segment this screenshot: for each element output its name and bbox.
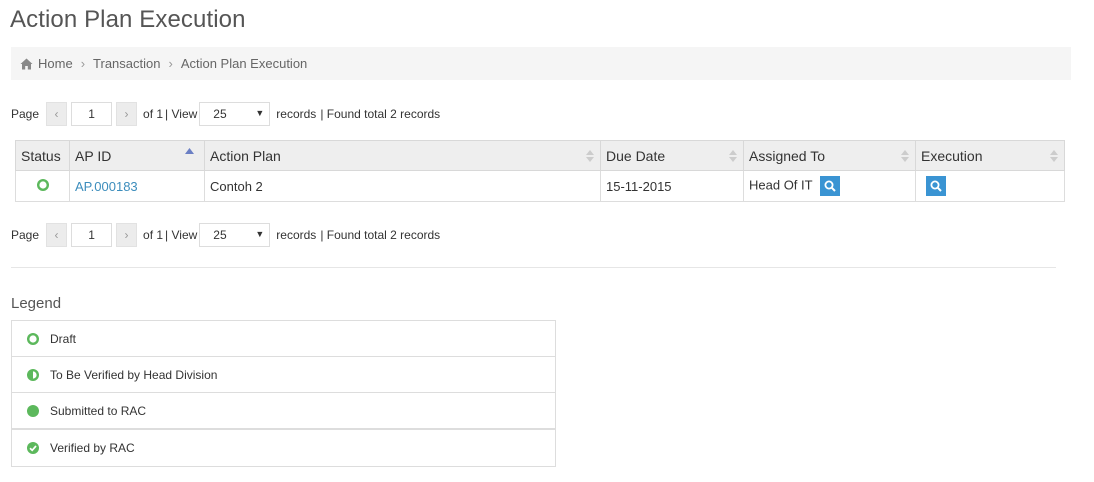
records-per-page-select[interactable]: 25 ▼	[199, 223, 271, 247]
action-plan-cell: Contoh 2	[204, 170, 601, 202]
view-label: | View	[165, 107, 198, 121]
records-per-page-value: 25	[213, 107, 227, 121]
caret-down-icon: ▼	[255, 229, 265, 239]
chevron-right-icon: ›	[80, 56, 86, 71]
search-icon	[824, 180, 836, 192]
page-count-label: of 1	[143, 107, 164, 121]
execution-cell	[915, 170, 1065, 202]
found-total-label: | Found total 2 records	[320, 107, 441, 121]
page-label: Page	[11, 107, 40, 121]
status-cell	[15, 170, 70, 202]
legend-title: Legend	[11, 295, 62, 312]
found-total-label: | Found total 2 records	[320, 228, 441, 242]
pager-bottom: Page ‹ › of 1 | View 25 ▼ records | Foun…	[11, 223, 440, 247]
legend-label: To Be Verified by Head Division	[50, 367, 218, 382]
action-plan-table: Status AP ID Action Plan Due Date Assign…	[15, 140, 1065, 202]
records-label: records	[276, 107, 317, 121]
legend-label: Verified by RAC	[50, 441, 135, 455]
assigned-to-cell: Head Of IT	[743, 170, 916, 202]
records-per-page-select[interactable]: 25 ▼	[199, 102, 271, 126]
legend-list: Draft To Be Verified by Head Division Su…	[11, 320, 556, 467]
legend-item-to-be-verified: To Be Verified by Head Division	[12, 357, 555, 393]
records-per-page-value: 25	[213, 228, 227, 242]
column-header-due-date[interactable]: Due Date	[600, 140, 744, 171]
breadcrumb: Home › Transaction › Action Plan Executi…	[11, 47, 1071, 80]
page-count-label: of 1	[143, 228, 164, 242]
caret-down-icon: ▼	[255, 108, 265, 118]
sort-icon	[586, 150, 594, 162]
sort-icon	[1050, 150, 1058, 162]
prev-page-button[interactable]: ‹	[46, 102, 68, 126]
column-header-execution[interactable]: Execution	[915, 140, 1065, 171]
check-circle-icon	[27, 442, 39, 454]
draft-status-icon	[36, 178, 49, 191]
assigned-to-search-button[interactable]	[819, 176, 840, 196]
home-icon	[20, 58, 33, 69]
column-header-action-plan[interactable]: Action Plan	[204, 140, 601, 171]
assigned-to-text: Head Of IT	[749, 177, 813, 193]
legend-label: Draft	[50, 331, 77, 346]
column-header-assigned-to[interactable]: Assigned To	[743, 140, 916, 171]
sort-icon	[901, 150, 909, 162]
filled-circle-status-icon	[27, 404, 39, 417]
divider	[11, 267, 1056, 268]
legend-label: Submitted to RAC	[50, 403, 147, 418]
chevron-right-icon: ›	[168, 56, 173, 71]
legend-item-verified: Verified by RAC	[12, 429, 555, 466]
due-date-cell: 15-11-2015	[600, 170, 744, 202]
sort-ascending-icon	[185, 148, 194, 154]
draft-status-icon	[27, 332, 39, 345]
page-title: Action Plan Execution	[10, 6, 246, 33]
column-header-ap-id[interactable]: AP ID	[69, 140, 205, 171]
execution-search-button[interactable]	[926, 176, 946, 196]
next-page-button[interactable]: ›	[116, 102, 138, 126]
table-row: AP.000183 Contoh 2 15-11-2015 Head Of IT	[15, 170, 1065, 202]
legend-item-draft: Draft	[12, 321, 555, 357]
breadcrumb-transaction[interactable]: Transaction	[93, 56, 160, 71]
search-icon	[930, 180, 942, 192]
breadcrumb-current: Action Plan Execution	[180, 56, 308, 71]
column-header-status[interactable]: Status	[15, 140, 70, 171]
half-circle-status-icon	[27, 368, 39, 381]
page-number-input[interactable]	[71, 102, 113, 126]
prev-page-button[interactable]: ‹	[46, 223, 68, 247]
legend-item-submitted: Submitted to RAC	[12, 393, 555, 429]
pager-top: Page ‹ › of 1 | View 25 ▼ records | Foun…	[11, 102, 440, 126]
next-page-button[interactable]: ›	[116, 223, 138, 247]
view-label: | View	[165, 228, 198, 242]
page-label: Page	[11, 228, 40, 242]
records-label: records	[276, 228, 317, 242]
page-number-input[interactable]	[71, 223, 113, 247]
sort-icon	[729, 150, 737, 162]
ap-id-link[interactable]: AP.000183	[75, 179, 138, 194]
ap-id-cell: AP.000183	[69, 170, 205, 202]
breadcrumb-home[interactable]: Home	[38, 56, 73, 71]
